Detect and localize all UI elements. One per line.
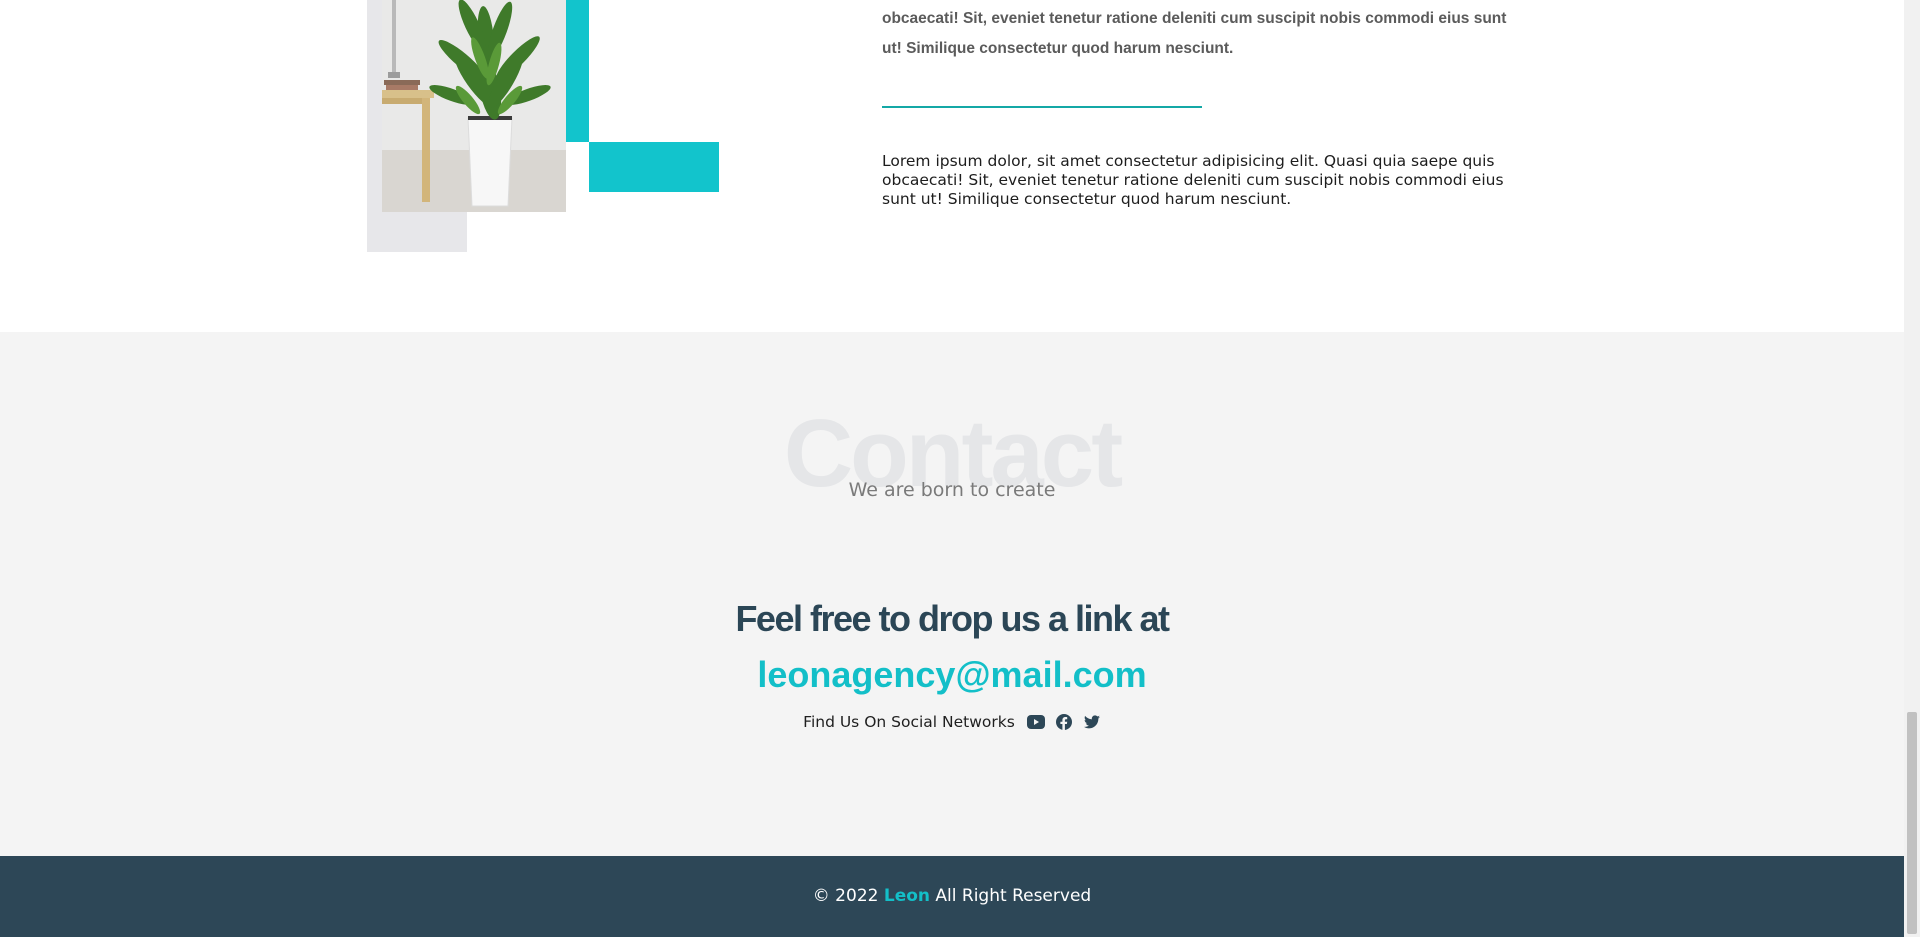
facebook-icon[interactable] — [1055, 713, 1073, 731]
about-bold-paragraph: obcaecati! Sit, eveniet tenetur ratione … — [882, 9, 1507, 57]
copyright-suffix: All Right Reserved — [935, 886, 1092, 906]
about-divider — [882, 106, 1202, 108]
decorative-teal-strip — [566, 0, 589, 142]
contact-heading: Feel free to drop us a link at — [735, 598, 1170, 639]
contact-section: Contact We are born to create Feel free … — [0, 332, 1904, 856]
youtube-icon[interactable] — [1026, 713, 1045, 731]
contact-email-link[interactable]: leonagency@mail.com — [0, 652, 1904, 698]
footer-copyright: © 2022 Leon All Right Reserved — [0, 884, 1904, 908]
contact-subtitle: We are born to create — [848, 479, 1056, 501]
scrollbar-thumb[interactable] — [1907, 712, 1917, 934]
about-paragraph: Lorem ipsum dolor, sit amet consectetur … — [882, 151, 1504, 208]
copyright-prefix: © 2022 — [812, 886, 879, 906]
footer: © 2022 Leon All Right Reserved — [0, 856, 1904, 937]
social-label: Find Us On Social Networks — [803, 713, 1015, 731]
about-section: obcaecati! Sit, eveniet tenetur ratione … — [0, 0, 1904, 332]
social-networks: Find Us On Social Networks — [0, 713, 1904, 731]
footer-brand-link[interactable]: Leon — [884, 886, 930, 906]
plant-photo — [382, 0, 566, 212]
twitter-icon[interactable] — [1083, 713, 1101, 731]
decorative-notch — [589, 0, 719, 142]
